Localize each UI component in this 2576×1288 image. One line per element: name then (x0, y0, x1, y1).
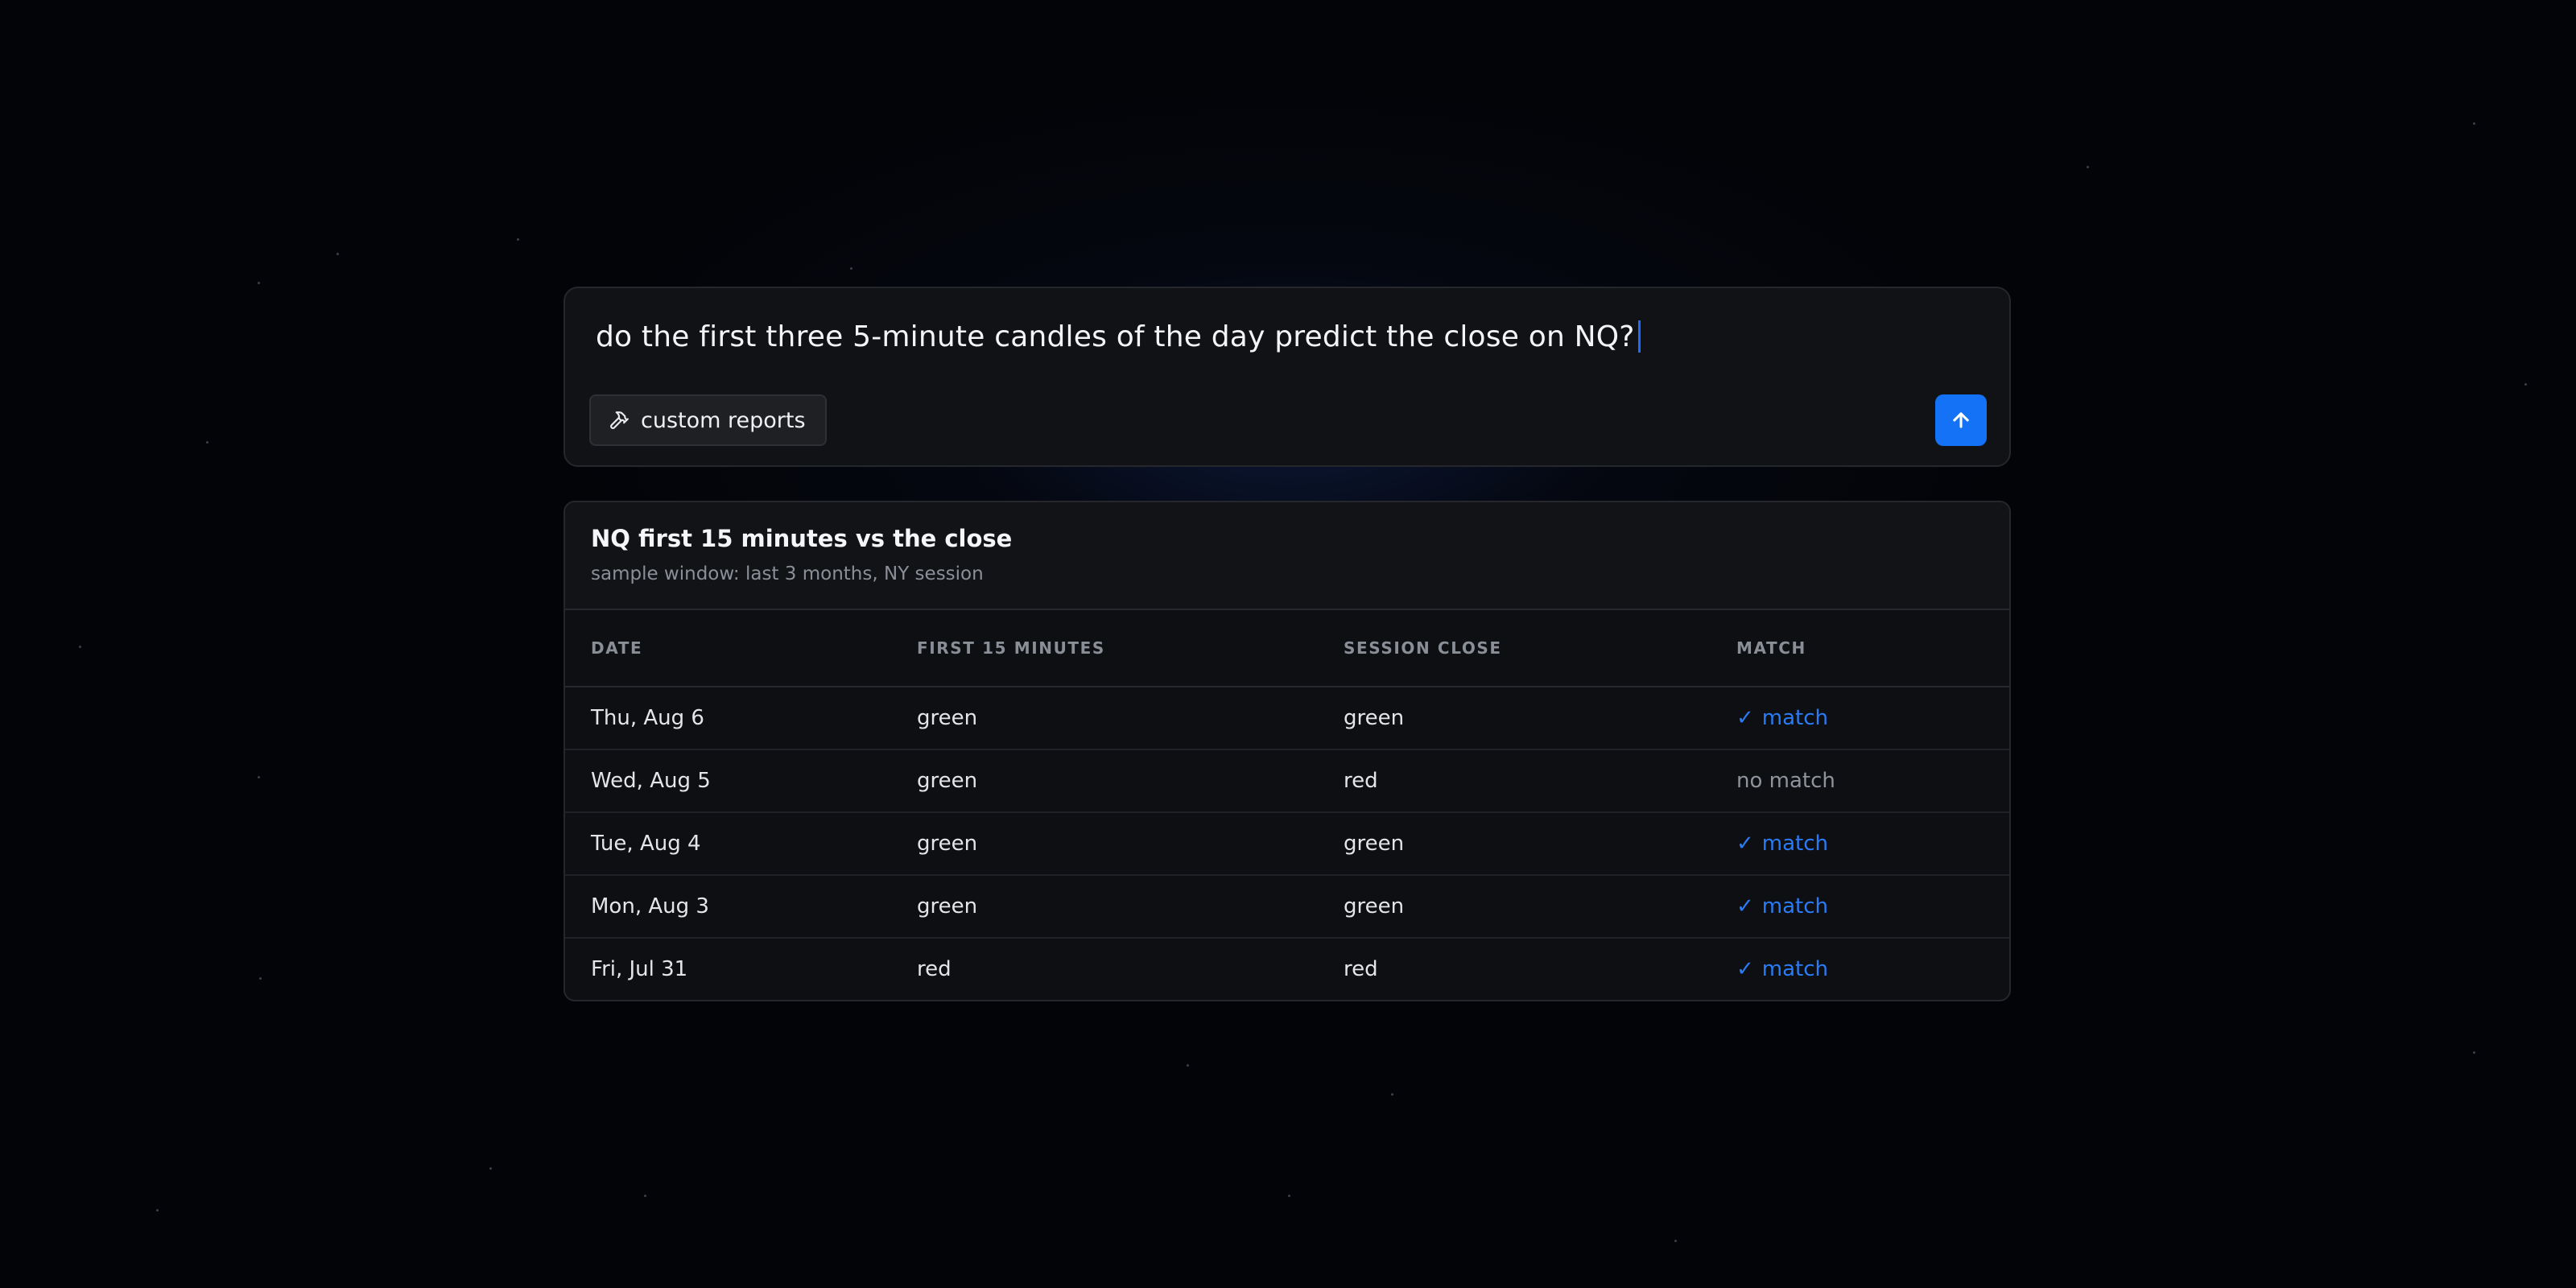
session-close-cell: green (1344, 687, 1736, 750)
result-subtitle: sample window: last 3 months, NY session (591, 564, 984, 584)
match-label: match (1761, 957, 1829, 981)
hammer-icon (609, 410, 630, 431)
result-title: NQ first 15 minutes vs the close (591, 525, 1013, 552)
session-close-cell: red (1344, 749, 1736, 813)
table-row: Tue, Aug 4 green green ✓ match (565, 812, 2009, 876)
star-dot (1187, 1064, 1189, 1067)
column-header-match: MATCH (1736, 610, 2009, 687)
star-dot (2087, 166, 2089, 168)
date-cell: Tue, Aug 4 (565, 812, 917, 876)
star-dot (156, 1209, 159, 1212)
table-header-row: DATE FIRST 15 MINUTES SESSION CLOSE MATC… (565, 610, 2009, 687)
table-row: Wed, Aug 5 green red no match (565, 749, 2009, 813)
star-dot (2473, 1051, 2475, 1054)
date-cell: Wed, Aug 5 (565, 749, 917, 813)
first-15-cell: green (917, 812, 1344, 876)
first-15-cell: red (917, 957, 952, 981)
results-table: DATE FIRST 15 MINUTES SESSION CLOSE MATC… (565, 610, 2009, 1000)
arrow-up-icon (1950, 409, 1972, 431)
column-header-date: DATE (565, 610, 917, 687)
star-dot (2524, 383, 2527, 386)
star-dot (850, 267, 852, 270)
star-dot (2473, 122, 2475, 125)
star-dot (644, 1195, 646, 1197)
star-dot (258, 282, 260, 284)
star-dot (79, 646, 81, 648)
star-dot (336, 253, 339, 255)
first-15-cell: green (917, 749, 1344, 813)
prompt-box[interactable]: do the first three 5-minute candles of t… (564, 287, 2011, 467)
match-cell: no match (1736, 749, 2009, 813)
prompt-query-text: do the first three 5-minute candles of t… (596, 320, 1635, 353)
date-cell: Fri, Jul 31 (591, 957, 688, 981)
first-15-cell: green (917, 875, 1344, 939)
star-dot (1288, 1195, 1290, 1197)
star-dot (206, 441, 208, 444)
session-close-cell: red (1344, 957, 1378, 981)
text-caret (1637, 320, 1641, 353)
column-header-session-close: SESSION CLOSE (1344, 610, 1736, 687)
match-cell: ✓ match (1736, 687, 2009, 750)
match-cell: ✓ match (1736, 875, 2009, 939)
column-header-first-15-minutes: FIRST 15 MINUTES (917, 610, 1344, 687)
session-close-cell: green (1344, 875, 1736, 939)
check-icon: ✓ (1736, 957, 1754, 981)
match-label: match (1761, 894, 1829, 919)
date-cell: Thu, Aug 6 (565, 687, 917, 750)
star-dot (1674, 1240, 1677, 1242)
custom-reports-button[interactable]: custom reports (589, 394, 827, 446)
star-dot (259, 977, 262, 980)
custom-reports-label: custom reports (641, 407, 806, 433)
match-cell: ✓ match (1736, 812, 2009, 876)
star-dot (517, 238, 519, 241)
match-label: no match (1736, 769, 1835, 793)
table-row: Thu, Aug 6 green green ✓ match (565, 687, 2009, 750)
session-close-cell: green (1344, 812, 1736, 876)
star-dot (1391, 1093, 1393, 1096)
check-icon: ✓ (1736, 706, 1754, 730)
check-icon: ✓ (1736, 894, 1754, 919)
date-cell: Mon, Aug 3 (565, 875, 917, 939)
star-dot (258, 776, 260, 778)
match-cell: ✓ match (1736, 938, 2009, 1000)
table-row: Fri, Jul 31 red red ✓ match (565, 938, 2009, 1000)
send-button[interactable] (1935, 394, 1987, 446)
prompt-input[interactable]: do the first three 5-minute candles of t… (596, 320, 1641, 353)
match-label: match (1761, 706, 1829, 730)
result-header: NQ first 15 minutes vs the close sample … (565, 502, 2009, 610)
star-dot (489, 1167, 492, 1170)
table-row: Mon, Aug 3 green green ✓ match (565, 875, 2009, 939)
first-15-cell: green (917, 687, 1344, 750)
check-icon: ✓ (1736, 832, 1754, 856)
match-label: match (1761, 832, 1829, 856)
result-card: NQ first 15 minutes vs the close sample … (564, 501, 2011, 1001)
